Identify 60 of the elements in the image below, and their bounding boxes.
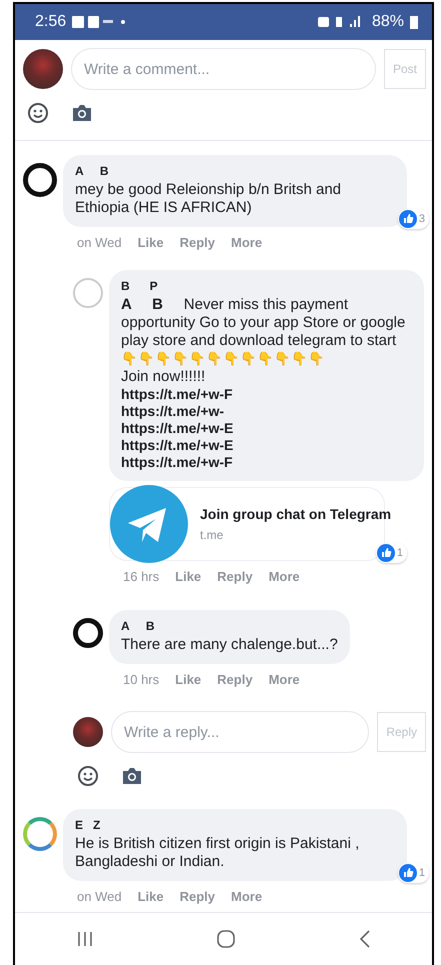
like-icon bbox=[376, 544, 395, 562]
battery-level: 88% bbox=[372, 13, 404, 31]
author-name: A B bbox=[75, 164, 110, 178]
like-count-badge: 3 bbox=[398, 209, 429, 229]
status-time: 2:56 bbox=[35, 13, 66, 31]
comment-action-link[interactable]: More bbox=[268, 672, 300, 687]
avatar-photo bbox=[73, 717, 103, 747]
back-icon[interactable] bbox=[358, 930, 370, 948]
avatar bbox=[23, 817, 57, 851]
camera-icon[interactable] bbox=[121, 767, 143, 785]
comment-time: on Wed bbox=[77, 235, 122, 250]
telegram-link[interactable]: https://t.me/+w-E bbox=[121, 420, 412, 437]
like-icon bbox=[398, 864, 417, 882]
comment-action-link[interactable]: Like bbox=[175, 569, 202, 584]
like-icon bbox=[398, 210, 417, 228]
comment-action-link[interactable]: Reply bbox=[217, 569, 253, 584]
author-name: A B bbox=[121, 619, 156, 633]
author-name: B P bbox=[121, 279, 159, 293]
comment-text: mey be good Releionship b/n Britsh and Ethiopia (HE IS AFRICAN) bbox=[75, 181, 342, 217]
telegram-link[interactable]: https://t.me/+w-F bbox=[121, 454, 412, 471]
battery-icon bbox=[410, 15, 418, 29]
comment-time: 10 hrs bbox=[123, 672, 160, 687]
camera-icon[interactable] bbox=[71, 104, 93, 122]
comment-text: He is British citizen first origin is Pakistani , Bangladeshi or Indian. bbox=[75, 835, 360, 871]
comment-action-link[interactable]: More bbox=[268, 569, 300, 584]
home-icon[interactable] bbox=[216, 929, 236, 949]
author-name: E Z bbox=[75, 818, 102, 832]
comment-time: on Wed bbox=[77, 889, 122, 904]
comment-input-field[interactable]: Write a reply... bbox=[111, 711, 370, 753]
emoji-icon[interactable] bbox=[27, 102, 49, 124]
avatar bbox=[73, 618, 103, 648]
post-button[interactable]: Reply bbox=[377, 712, 426, 752]
comment-action-link[interactable]: Reply bbox=[217, 672, 253, 687]
comment-action-link[interactable]: Like bbox=[175, 672, 202, 687]
avatar bbox=[73, 278, 103, 308]
emoji-icon[interactable] bbox=[77, 765, 99, 787]
comment-text: There are many chalenge.but...? bbox=[121, 636, 338, 654]
telegram-link[interactable]: https://t.me/+w-F bbox=[121, 386, 412, 403]
comment-action-link[interactable]: More bbox=[231, 235, 262, 250]
like-count-badge: 1 bbox=[398, 863, 429, 883]
avatar bbox=[23, 163, 57, 197]
telegram-logo-icon bbox=[110, 485, 188, 563]
comment-text: A B Never miss this payment opportunity Go to your app Store or google play store and download telegram to start bbox=[121, 296, 406, 350]
post-button[interactable]: Post bbox=[384, 49, 426, 89]
comment-action-link[interactable]: Like bbox=[138, 235, 164, 250]
comment-action-link[interactable]: Reply bbox=[180, 889, 215, 904]
comment-text: Join now!!!!!! bbox=[121, 368, 206, 386]
comment-time: 16 hrs bbox=[123, 569, 160, 584]
comment-action-link[interactable]: Reply bbox=[180, 235, 215, 250]
comment-action-link[interactable]: More bbox=[231, 889, 262, 904]
avatar-photo bbox=[23, 49, 63, 89]
telegram-link[interactable]: https://t.me/+w-E bbox=[121, 437, 412, 454]
preview-title: Join group chat on Telegram bbox=[200, 506, 392, 522]
preview-domain: t.me bbox=[200, 528, 224, 542]
comment-input-field[interactable]: Write a comment... bbox=[71, 48, 376, 90]
like-count-badge: 1 bbox=[376, 543, 407, 563]
telegram-link[interactable]: https://t.me/+w- bbox=[121, 403, 412, 420]
recent-apps-icon[interactable] bbox=[76, 931, 92, 947]
comment-action-link[interactable]: Like bbox=[138, 889, 164, 904]
emoji-text: 👇👇👇👇👇👇👇👇👇👇👇👇 bbox=[121, 350, 326, 368]
